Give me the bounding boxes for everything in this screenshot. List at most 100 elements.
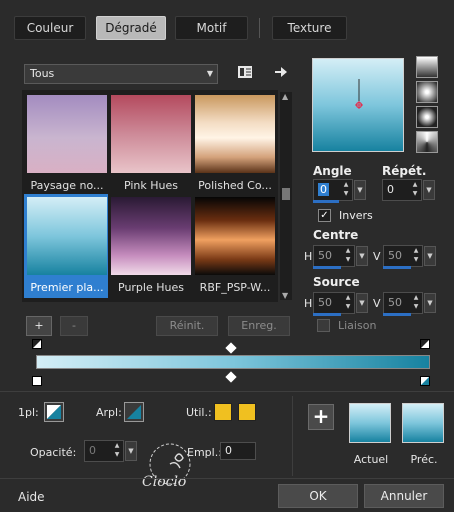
reset-button[interactable]: Réinit. bbox=[156, 316, 218, 336]
gradient-thumb-paysage[interactable]: Paysage no... bbox=[27, 95, 107, 192]
gradient-swatch bbox=[195, 95, 275, 173]
gradient-swatch bbox=[27, 95, 107, 173]
source-v-dropdown-icon[interactable]: ▼ bbox=[424, 293, 436, 313]
repeat-label: Répét. bbox=[382, 164, 427, 178]
user-color-label: Util.: bbox=[186, 406, 212, 419]
opacity-input[interactable]: 0 ▲ ▼ ▼ bbox=[84, 440, 137, 462]
save-button[interactable]: Enreg. bbox=[228, 316, 290, 336]
previous-gradient-swatch[interactable] bbox=[402, 403, 444, 443]
gradient-thumb-pink-hues[interactable]: Pink Hues bbox=[111, 95, 191, 192]
tab-motif[interactable]: Motif bbox=[175, 16, 248, 40]
gradient-thumb-polished-copper[interactable]: Polished Co... bbox=[195, 95, 275, 192]
source-h-dropdown-icon[interactable]: ▼ bbox=[356, 293, 368, 313]
center-v-slider[interactable] bbox=[383, 266, 411, 269]
gradient-label: Pink Hues bbox=[123, 179, 179, 192]
scroll-up-icon[interactable]: ▲ bbox=[282, 92, 288, 101]
linear-type-icon[interactable] bbox=[416, 56, 438, 78]
background-plane-label: Arpl: bbox=[96, 406, 122, 419]
add-color-button[interactable]: + bbox=[308, 404, 334, 430]
section-divider bbox=[0, 391, 454, 392]
repeat-input[interactable]: 0 ▲ ▼ ▼ bbox=[382, 179, 435, 201]
help-link[interactable]: Aide bbox=[18, 490, 45, 504]
background-stop-button[interactable] bbox=[124, 402, 144, 422]
angle-stepper[interactable]: ▲ ▼ bbox=[340, 180, 352, 200]
opacity-value: 0 bbox=[89, 444, 96, 457]
sunburst-type-icon[interactable] bbox=[416, 131, 438, 153]
library-icon[interactable] bbox=[236, 63, 254, 81]
gradient-label: Premier pla... bbox=[30, 281, 104, 294]
top-left-stop-marker[interactable] bbox=[32, 339, 42, 349]
angle-dropdown-icon[interactable]: ▼ bbox=[354, 180, 366, 200]
center-v-input[interactable]: 50 ▲ ▼ ▼ bbox=[383, 245, 436, 267]
foreground-stop-button[interactable] bbox=[44, 402, 64, 422]
gradient-swatch bbox=[27, 197, 107, 275]
gradient-label: RBF_PSP-W... bbox=[199, 281, 271, 294]
gradient-label: Paysage no... bbox=[30, 179, 104, 192]
ok-button[interactable]: OK bbox=[278, 484, 358, 508]
user-color-swatch-1[interactable] bbox=[214, 403, 232, 421]
gradient-thumb-purple-hues[interactable]: Purple Hues bbox=[111, 197, 191, 294]
cancel-button[interactable]: Annuler bbox=[364, 484, 444, 508]
bottom-left-stop-marker[interactable] bbox=[32, 376, 42, 386]
tab-divider bbox=[259, 18, 260, 38]
center-h-value: 50 bbox=[318, 249, 332, 262]
invert-label: Invers bbox=[339, 209, 373, 222]
bottom-midpoint-marker[interactable] bbox=[225, 371, 237, 383]
tab-degrade[interactable]: Dégradé bbox=[96, 16, 166, 40]
source-h-stepper[interactable]: ▲ ▼ bbox=[342, 293, 354, 313]
radial-type-icon[interactable] bbox=[416, 106, 438, 128]
repeat-stepper[interactable]: ▲ ▼ bbox=[409, 180, 421, 200]
svg-text:Cloclo: Cloclo bbox=[142, 474, 186, 490]
top-right-stop-marker[interactable] bbox=[420, 339, 430, 349]
center-h-slider[interactable] bbox=[313, 266, 341, 269]
source-h-slider[interactable] bbox=[313, 313, 341, 316]
source-v-stepper[interactable]: ▲ ▼ bbox=[410, 293, 422, 313]
source-h-input[interactable]: 50 ▲ ▼ ▼ bbox=[313, 292, 368, 314]
center-h-dropdown-icon[interactable]: ▼ bbox=[356, 246, 368, 266]
center-h-label: H bbox=[304, 250, 313, 263]
center-h-stepper[interactable]: ▲ ▼ bbox=[342, 246, 354, 266]
previous-label: Préc. bbox=[410, 453, 438, 466]
rectangular-type-icon[interactable] bbox=[416, 81, 438, 103]
angle-input[interactable]: 0 ▲ ▼ ▼ bbox=[313, 179, 366, 201]
repeat-dropdown-icon[interactable]: ▼ bbox=[423, 180, 435, 200]
footer-divider bbox=[0, 478, 454, 479]
source-label: Source bbox=[313, 275, 360, 289]
gradient-thumb-rbf-psp[interactable]: RBF_PSP-W... bbox=[195, 197, 275, 294]
source-v-slider[interactable] bbox=[383, 313, 411, 316]
arrow-right-icon[interactable] bbox=[272, 63, 290, 81]
source-v-value: 50 bbox=[388, 296, 402, 309]
gradient-list-scrollbar[interactable]: ▲ ▼ bbox=[280, 92, 292, 300]
link-checkbox[interactable] bbox=[317, 319, 330, 332]
angle-slider[interactable] bbox=[313, 200, 339, 203]
current-gradient-swatch bbox=[349, 403, 391, 443]
gradient-preview[interactable] bbox=[312, 58, 404, 152]
center-label: Centre bbox=[313, 228, 359, 242]
gradient-label: Purple Hues bbox=[118, 281, 184, 294]
bottom-right-stop-marker[interactable] bbox=[420, 376, 430, 386]
center-v-dropdown-icon[interactable]: ▼ bbox=[424, 246, 436, 266]
invert-checkbox[interactable]: ✓ bbox=[318, 209, 331, 222]
center-v-value: 50 bbox=[388, 249, 402, 262]
gradient-bar[interactable] bbox=[36, 355, 430, 369]
watermark-logo: Cloclo bbox=[130, 438, 230, 498]
opacity-label: Opacité: bbox=[30, 446, 77, 459]
center-h-input[interactable]: 50 ▲ ▼ ▼ bbox=[313, 245, 368, 267]
category-dropdown[interactable]: Tous ▼ bbox=[24, 64, 218, 84]
tab-couleur[interactable]: Couleur bbox=[14, 16, 86, 40]
source-h-label: H bbox=[304, 297, 313, 310]
chevron-down-icon: ▼ bbox=[206, 69, 213, 78]
user-color-swatch-2[interactable] bbox=[238, 403, 256, 421]
gradient-label: Polished Co... bbox=[198, 179, 272, 192]
scroll-thumb[interactable] bbox=[282, 188, 290, 200]
tab-texture[interactable]: Texture bbox=[272, 16, 347, 40]
center-v-stepper[interactable]: ▲ ▼ bbox=[410, 246, 422, 266]
angle-label: Angle bbox=[313, 164, 352, 178]
add-gradient-button[interactable]: + bbox=[26, 316, 52, 336]
opacity-stepper[interactable]: ▲ ▼ bbox=[111, 441, 123, 461]
remove-gradient-button[interactable]: - bbox=[60, 316, 88, 336]
gradient-thumb-premier-plan[interactable]: Premier pla... bbox=[27, 197, 107, 294]
source-v-input[interactable]: 50 ▲ ▼ ▼ bbox=[383, 292, 436, 314]
scroll-down-icon[interactable]: ▼ bbox=[282, 291, 288, 300]
repeat-value: 0 bbox=[387, 183, 394, 196]
